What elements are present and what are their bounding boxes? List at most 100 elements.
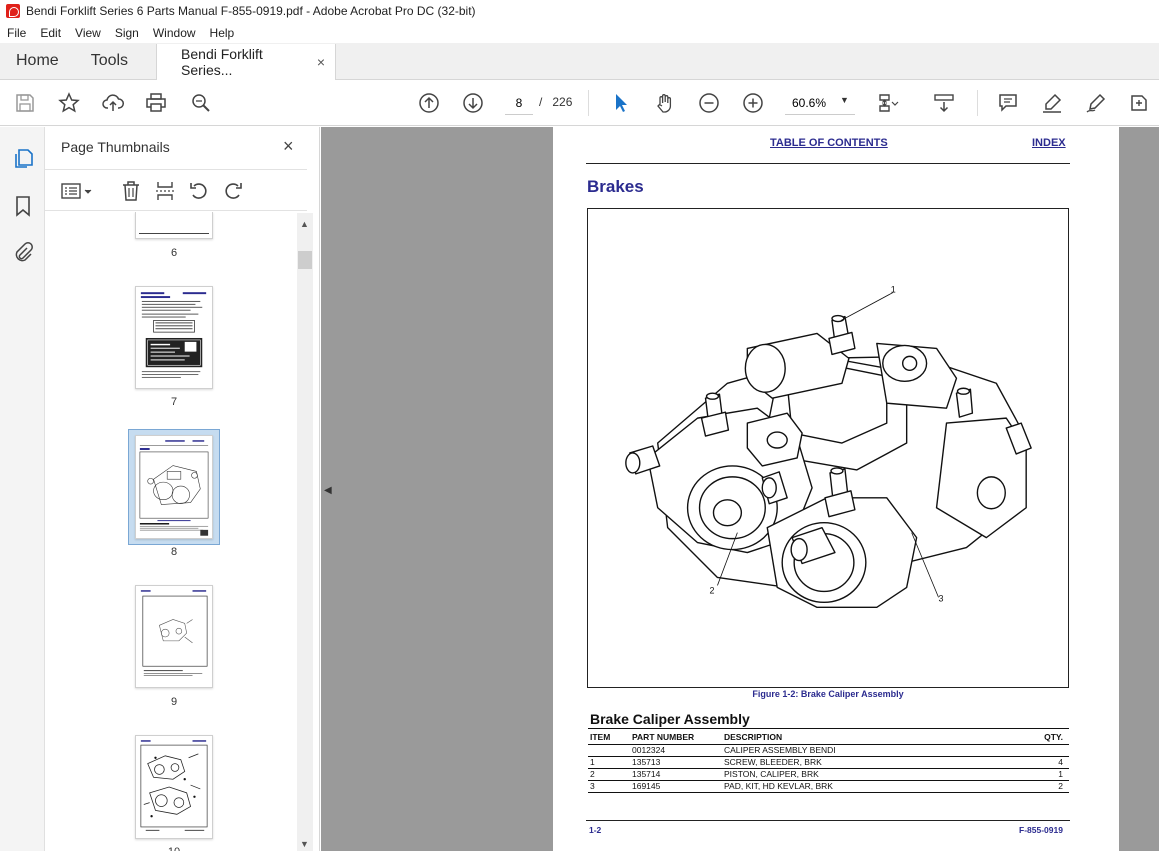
menu-window[interactable]: Window: [146, 26, 203, 40]
cell-part-number: 169145: [630, 780, 722, 793]
thumbnail-label: 8: [170, 546, 178, 558]
highlight-pen-icon[interactable]: [1040, 91, 1064, 115]
thumbnail-page-6[interactable]: [135, 212, 213, 239]
col-item: ITEM: [588, 728, 630, 745]
extract-page-icon[interactable]: [153, 179, 177, 203]
bookmark-star-icon[interactable]: [57, 91, 81, 115]
thumbnail-page-10[interactable]: [135, 735, 213, 839]
menu-edit[interactable]: Edit: [33, 26, 68, 40]
cell-item: 2: [588, 768, 630, 781]
menu-bar: File Edit View Sign Window Help: [0, 22, 1159, 43]
attachments-icon[interactable]: [11, 240, 35, 264]
rotate-left-icon[interactable]: [187, 179, 211, 203]
table-header-row: ITEM PART NUMBER DESCRIPTION QTY.: [588, 728, 1069, 745]
thumbnail-page-8[interactable]: [135, 435, 213, 539]
comment-icon[interactable]: [996, 91, 1020, 115]
scroll-down-icon[interactable]: ▼: [300, 839, 309, 849]
menu-file[interactable]: File: [0, 26, 33, 40]
panel-title: Page Thumbnails: [61, 139, 170, 155]
toc-link[interactable]: TABLE OF CONTENTS: [770, 137, 888, 149]
bookmarks-icon[interactable]: [11, 194, 35, 218]
tab-home[interactable]: Home: [0, 43, 75, 79]
col-part-number: PART NUMBER: [630, 728, 722, 745]
thumbnail-page-7[interactable]: [135, 286, 213, 389]
zoom-search-icon[interactable]: [189, 91, 213, 115]
thumbnail-label: 9: [170, 696, 178, 708]
thumbnail-label: 6: [170, 247, 178, 259]
title-bar: Bendi Forklift Series 6 Parts Manual F-8…: [0, 0, 1159, 22]
cell-item: 1: [588, 756, 630, 769]
thumbnail-label: 7: [170, 396, 178, 408]
col-description: DESCRIPTION: [722, 728, 1009, 745]
brake-caliper-drawing: 1 2 3: [625, 285, 1032, 609]
thumbnail-list: 6 7 8 9: [45, 212, 297, 851]
left-rail: [0, 127, 45, 851]
cell-qty: [1009, 744, 1069, 757]
thumbnail-page-9[interactable]: [135, 585, 213, 688]
thumbnail-options-icon[interactable]: [59, 179, 95, 203]
figure-frame: 1 2 3: [587, 208, 1069, 688]
select-cursor-icon[interactable]: [609, 91, 633, 115]
tab-bar: Home Tools Bendi Forklift Series... ×: [0, 43, 1159, 80]
scroll-mode-icon[interactable]: [932, 91, 956, 115]
footer-doc-number: F-855-0919: [1019, 825, 1063, 835]
col-qty: QTY.: [1009, 728, 1069, 745]
cell-qty: 4: [1009, 756, 1069, 769]
table-row: 3 169145 PAD, KIT, HD KEVLAR, BRK 2: [588, 780, 1069, 793]
callout-1: 1: [891, 285, 896, 295]
zoom-in-icon[interactable]: [741, 91, 765, 115]
callout-2: 2: [709, 585, 714, 595]
close-panel-icon[interactable]: ×: [283, 136, 294, 157]
menu-sign[interactable]: Sign: [108, 26, 146, 40]
delete-page-icon[interactable]: [119, 179, 143, 203]
table-row: 1 135713 SCREW, BLEEDER, BRK 4: [588, 756, 1069, 769]
figure-caption: Figure 1-2: Brake Caliper Assembly: [752, 689, 904, 699]
scroll-up-icon[interactable]: ▲: [300, 219, 309, 229]
index-link[interactable]: INDEX: [1032, 137, 1066, 149]
document-tab-label: Bendi Forklift Series...: [181, 46, 263, 78]
window-title: Bendi Forklift Series 6 Parts Manual F-8…: [26, 4, 476, 18]
parts-table: ITEM PART NUMBER DESCRIPTION QTY. 001232…: [588, 728, 1069, 793]
cell-description: CALIPER ASSEMBLY BENDI: [722, 744, 1009, 757]
cell-description: PAD, KIT, HD KEVLAR, BRK: [722, 780, 1009, 793]
more-tools-icon[interactable]: [1127, 91, 1151, 115]
cell-qty: 2: [1009, 780, 1069, 793]
header-rule: [586, 163, 1070, 164]
scrollbar-thumb[interactable]: [298, 251, 312, 269]
close-tab-icon[interactable]: ×: [317, 54, 325, 70]
page-heading: Brakes: [587, 177, 644, 196]
main-toolbar: / 226 ▼: [0, 80, 1159, 126]
acrobat-logo-icon: [6, 4, 20, 18]
page-number-input[interactable]: [505, 91, 533, 115]
sign-pen-icon[interactable]: [1084, 91, 1108, 115]
save-icon[interactable]: [13, 91, 37, 115]
tab-tools[interactable]: Tools: [75, 43, 144, 79]
previous-page-icon[interactable]: [417, 91, 441, 115]
cell-item: 3: [588, 780, 630, 793]
menu-help[interactable]: Help: [203, 26, 242, 40]
collapse-panel-icon[interactable]: ◀: [324, 485, 332, 496]
thumbnails-scrollbar[interactable]: ▲ ▼: [297, 213, 313, 851]
cell-item: [588, 744, 630, 757]
hand-tool-icon[interactable]: [653, 91, 677, 115]
print-icon[interactable]: [144, 91, 168, 115]
thumbnails-panel: Page Thumbnails × 6 7 8 9: [45, 127, 320, 851]
tab-document[interactable]: Bendi Forklift Series... ×: [156, 44, 337, 80]
footer-rule: [586, 820, 1070, 821]
zoom-out-icon[interactable]: [697, 91, 721, 115]
menu-view[interactable]: View: [68, 26, 108, 40]
cell-qty: 1: [1009, 768, 1069, 781]
section-title: Brake Caliper Assembly: [590, 711, 750, 727]
page-thumbnails-icon[interactable]: [11, 147, 35, 171]
page-layout-icon[interactable]: [876, 91, 900, 115]
rotate-right-icon[interactable]: [221, 179, 245, 203]
upload-cloud-icon[interactable]: [101, 91, 125, 115]
pdf-page: TABLE OF CONTENTS INDEX Brakes 1 2 3 Fig…: [553, 127, 1119, 851]
cell-part-number: 0012324: [630, 744, 722, 757]
zoom-dropdown-icon[interactable]: ▼: [840, 95, 849, 105]
table-row: 0012324 CALIPER ASSEMBLY BENDI: [588, 744, 1069, 757]
next-page-icon[interactable]: [461, 91, 485, 115]
callout-3: 3: [939, 593, 944, 603]
footer-page-number: 1-2: [589, 825, 602, 835]
cell-description: SCREW, BLEEDER, BRK: [722, 756, 1009, 769]
